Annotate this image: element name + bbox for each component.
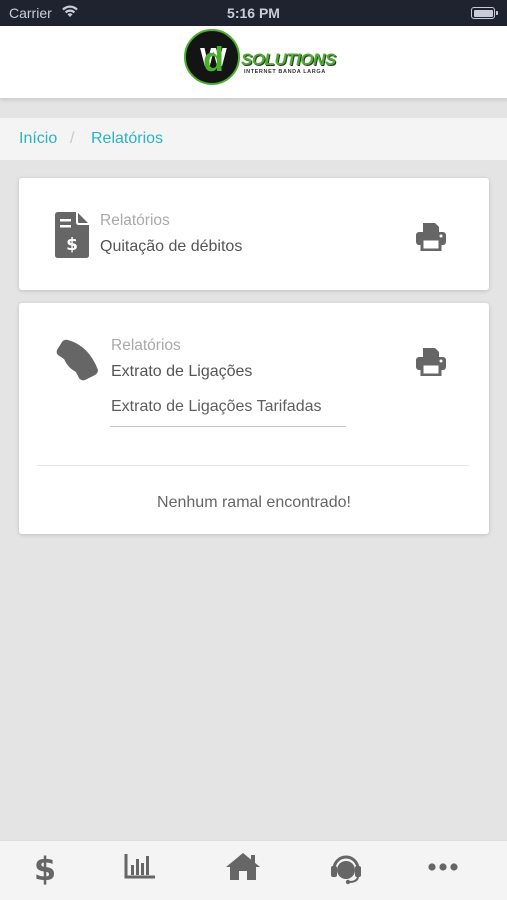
- invoice-dollar-icon: $: [55, 212, 89, 263]
- breadcrumb: Início / Relatórios: [0, 118, 507, 160]
- breadcrumb-home-link[interactable]: Início: [19, 130, 57, 148]
- svg-text:$: $: [34, 851, 56, 885]
- svg-text:$: $: [66, 235, 78, 255]
- report-card-debt-settlement[interactable]: $ Relatórios Quitação de débitos: [19, 178, 489, 290]
- bottom-tab-bar: $: [0, 840, 507, 900]
- card-divider: [37, 465, 469, 466]
- card-title: Quitação de débitos: [100, 238, 243, 255]
- breadcrumb-current: Relatórios: [91, 130, 164, 147]
- empty-state-message: Nenhum ramal encontrado!: [157, 494, 351, 511]
- card-category-label: Relatórios: [100, 212, 170, 229]
- statement-type-select[interactable]: Extrato de Ligações Tarifadas: [111, 398, 322, 416]
- clock: 5:16 PM: [227, 5, 280, 21]
- dollar-icon: $: [15, 851, 75, 885]
- tab-financial[interactable]: $: [15, 851, 75, 891]
- card-category-label: Relatórios: [111, 337, 181, 354]
- logo-brand: SOLUTIONS: [241, 50, 336, 69]
- tab-reports[interactable]: [110, 851, 170, 891]
- report-card-call-statement: Relatórios Extrato de Ligações Extrato d…: [19, 303, 489, 534]
- bar-chart-icon: [110, 851, 170, 881]
- battery-icon: [471, 7, 498, 19]
- headset-icon: [316, 851, 376, 885]
- tab-more[interactable]: [413, 851, 473, 891]
- card-title: Extrato de Ligações: [111, 363, 253, 380]
- print-icon[interactable]: [416, 221, 446, 256]
- logo-monogram: dw: [184, 29, 240, 85]
- app-header: dw SOLUTIONS INTERNET BANDA LARGA: [0, 26, 507, 98]
- company-logo: dw SOLUTIONS INTERNET BANDA LARGA: [183, 28, 336, 88]
- more-icon: [413, 851, 473, 881]
- logo-tagline: INTERNET BANDA LARGA: [244, 69, 326, 75]
- select-underline: [110, 426, 346, 427]
- status-bar: Carrier 5:16 PM: [0, 0, 507, 26]
- phone-icon: [55, 338, 101, 389]
- home-icon: [213, 851, 273, 881]
- breadcrumb-separator: /: [70, 130, 75, 147]
- tab-support[interactable]: [316, 851, 376, 891]
- tab-home[interactable]: [213, 851, 273, 891]
- print-icon[interactable]: [416, 346, 446, 381]
